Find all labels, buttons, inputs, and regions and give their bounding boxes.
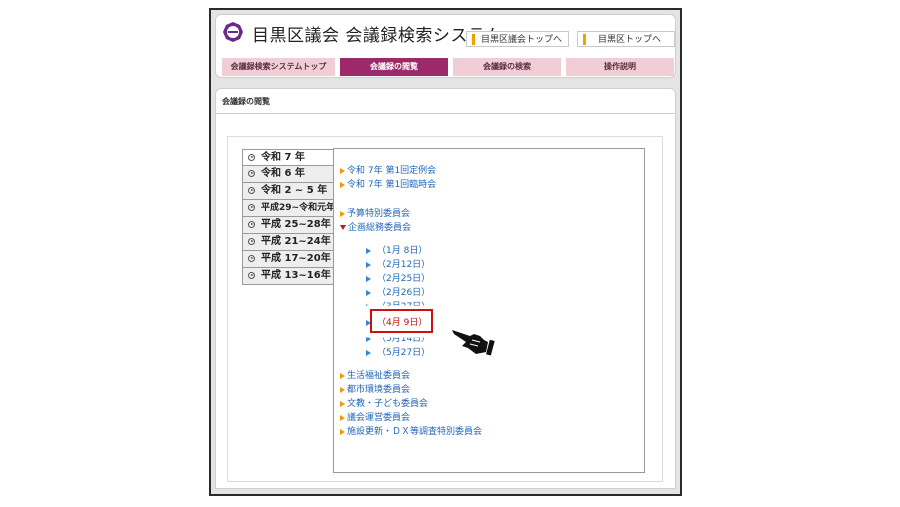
circle-arrow-icon: [248, 154, 255, 161]
committee-link[interactable]: 生活福祉委員会: [340, 368, 410, 381]
year-label: 令和 6 年: [261, 168, 305, 179]
committee-label: 議会運営委員会: [347, 413, 411, 423]
tab-system-top[interactable]: 会議録検索システムトップ: [222, 58, 335, 76]
ward-top-link[interactable]: 目黒区トップへ: [577, 31, 675, 47]
committee-link[interactable]: 予算特別委員会: [340, 206, 410, 219]
circle-arrow-icon: [248, 238, 255, 245]
year-item[interactable]: 平成29~令和元年: [242, 200, 336, 217]
committee-link[interactable]: 都市環境委員会: [340, 382, 410, 395]
triangle-down-icon: [340, 225, 346, 230]
meeting-label: 令和 7年 第1回臨時会: [347, 180, 437, 190]
triangle-right-icon: [340, 181, 345, 188]
bar-icon: [472, 34, 475, 45]
triangle-right-icon: [366, 275, 371, 282]
circle-arrow-icon: [248, 255, 255, 262]
council-top-label: 目黒区議会トップへ: [481, 35, 563, 45]
year-label: 平成29~令和元年: [261, 203, 336, 213]
triangle-right-icon: [366, 349, 371, 356]
circle-arrow-icon: [248, 170, 255, 177]
triangle-right-icon: [340, 210, 345, 217]
bar-icon: [583, 34, 586, 45]
triangle-right-icon: [366, 247, 371, 254]
committee-link-expanded[interactable]: 企画総務委員会: [340, 220, 411, 233]
year-item[interactable]: 平成 13~16年: [242, 268, 334, 285]
circle-arrow-icon: [248, 204, 255, 211]
committee-link[interactable]: 文教・子ども委員会: [340, 396, 428, 409]
meeting-label: 令和 7年 第1回定例会: [347, 166, 437, 176]
tab-search[interactable]: 会議録の検索: [453, 58, 561, 76]
committee-label: 施設更新・ＤＸ等調査特別委員会: [347, 427, 483, 437]
committee-label: 企画総務委員会: [348, 223, 412, 233]
date-link[interactable]: （1月 8日）: [366, 243, 427, 256]
year-label: 平成 21~24年: [261, 236, 331, 247]
triangle-right-icon: [366, 261, 371, 268]
date-link[interactable]: （5月27日）: [366, 345, 430, 358]
meguro-logo-icon: [223, 22, 243, 42]
year-item[interactable]: 令和 6 年: [242, 166, 334, 183]
triangle-right-icon: [366, 289, 371, 296]
council-top-link[interactable]: 目黒区議会トップへ: [466, 31, 569, 47]
year-label: 令和 2 ~ 5 年: [261, 185, 328, 196]
date-link[interactable]: （2月26日）: [366, 285, 430, 298]
year-label: 令和 7 年: [261, 152, 305, 163]
browser-frame: 目黒区議会 会議録検索システム 目黒区議会トップへ 目黒区トップへ 会議録検索シ…: [209, 8, 682, 496]
year-item[interactable]: 平成 21~24年: [242, 234, 334, 251]
date-label: （1月 8日）: [377, 246, 428, 256]
committee-link[interactable]: 施設更新・ＤＸ等調査特別委員会: [340, 424, 482, 437]
date-link[interactable]: （2月12日）: [366, 257, 430, 270]
section-title: 会議録の閲覧: [222, 97, 270, 106]
year-label: 平成 25~28年: [261, 219, 331, 230]
ward-top-label: 目黒区トップへ: [598, 35, 662, 45]
meeting-link[interactable]: 令和 7年 第1回臨時会: [340, 177, 436, 190]
triangle-right-icon: [340, 400, 345, 407]
date-label: （2月26日）: [377, 288, 431, 298]
committee-label: 文教・子ども委員会: [347, 399, 429, 409]
highlight-box: [370, 309, 433, 333]
circle-arrow-icon: [248, 187, 255, 194]
triangle-right-icon: [340, 414, 345, 421]
meeting-link[interactable]: 令和 7年 第1回定例会: [340, 163, 436, 176]
triangle-right-icon: [340, 386, 345, 393]
date-link[interactable]: （2月25日）: [366, 271, 430, 284]
committee-link[interactable]: 議会運営委員会: [340, 410, 410, 423]
circle-arrow-icon: [248, 272, 255, 279]
year-item[interactable]: 令和 7 年: [242, 149, 334, 166]
committee-label: 生活福祉委員会: [347, 371, 411, 381]
section-header: 会議録の閲覧: [215, 88, 676, 114]
date-label: （2月25日）: [377, 274, 431, 284]
triangle-right-icon: [340, 167, 345, 174]
year-item[interactable]: 平成 17~20年: [242, 251, 334, 268]
year-label: 平成 13~16年: [261, 270, 331, 281]
circle-arrow-icon: [248, 221, 255, 228]
committee-label: 予算特別委員会: [347, 209, 411, 219]
pointing-hand-icon: [452, 330, 495, 356]
date-label: （5月27日）: [377, 348, 431, 358]
year-item[interactable]: 平成 25~28年: [242, 217, 334, 234]
triangle-right-icon: [340, 428, 345, 435]
site-title: 目黒区議会 会議録検索システム: [252, 26, 503, 46]
year-list: 令和 7 年 令和 6 年 令和 2 ~ 5 年 平成29~令和元年 平成 25…: [242, 149, 336, 285]
triangle-right-icon: [340, 372, 345, 379]
tab-browse[interactable]: 会議録の閲覧: [340, 58, 448, 76]
year-item[interactable]: 令和 2 ~ 5 年: [242, 183, 334, 200]
site-header: 目黒区議会 会議録検索システム 目黒区議会トップへ 目黒区トップへ 会議録検索シ…: [215, 14, 676, 78]
committee-label: 都市環境委員会: [347, 385, 411, 395]
tab-help[interactable]: 操作説明: [566, 58, 674, 76]
date-label: （2月12日）: [377, 260, 431, 270]
year-label: 平成 17~20年: [261, 253, 331, 264]
